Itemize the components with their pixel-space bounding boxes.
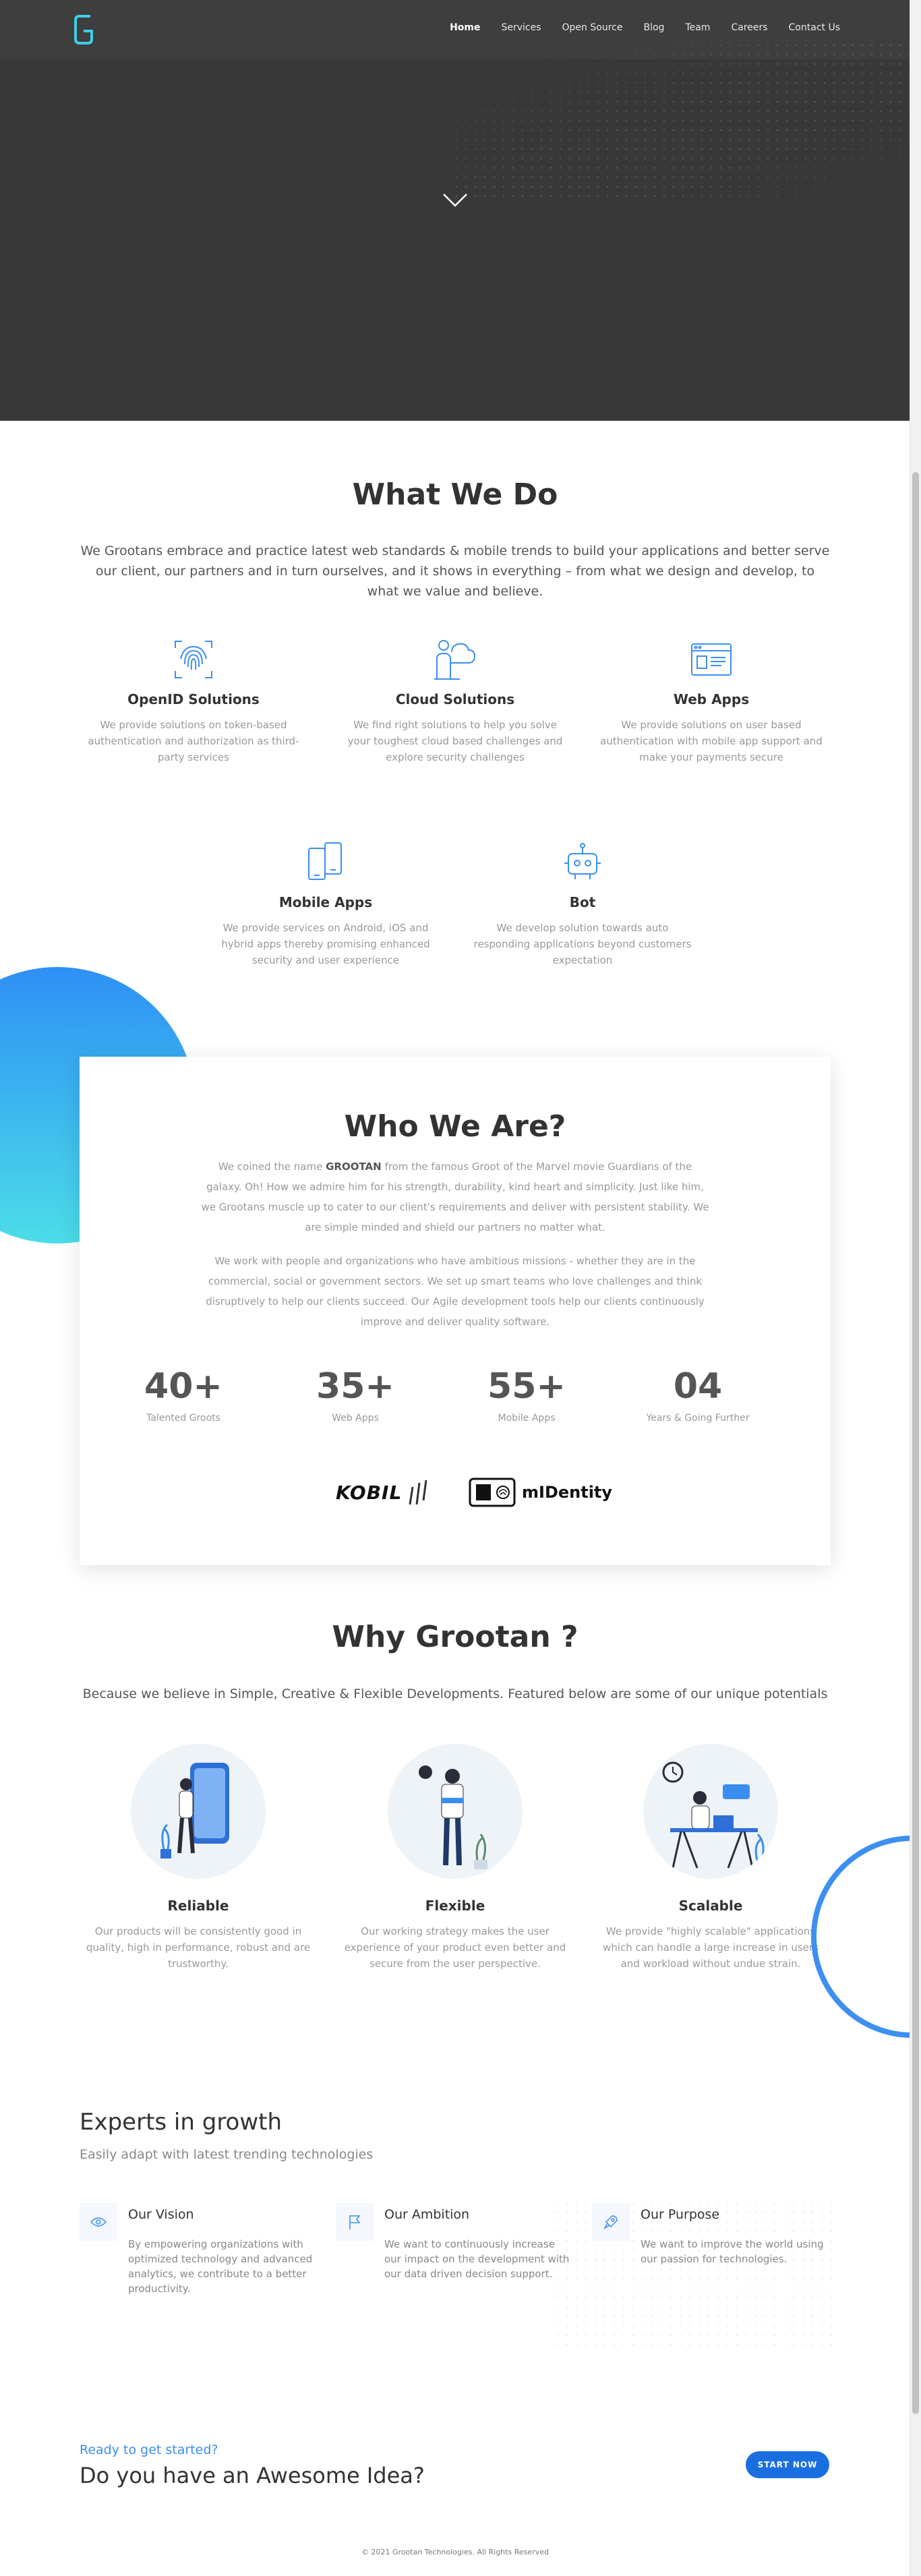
- flag-icon-box: [336, 2203, 374, 2241]
- scroll-down-chevron-icon[interactable]: [442, 192, 469, 209]
- page-scrollbar[interactable]: [910, 0, 921, 2576]
- stat-value: 35+: [316, 1366, 394, 1407]
- why-text: Our working strategy makes the user expe…: [344, 1925, 566, 1970]
- service-title: Bot: [569, 894, 596, 910]
- flexible-illustration: [388, 1744, 523, 1879]
- nav-home[interactable]: Home: [450, 22, 480, 33]
- stat-value: 04: [673, 1366, 723, 1407]
- reliable-illustration: [131, 1744, 266, 1879]
- scrollbar-thumb[interactable]: [912, 472, 919, 2414]
- service-bot: Bot We develop solution towards auto res…: [461, 840, 704, 968]
- why-text: We provide "highly scalable" application…: [603, 1925, 819, 1970]
- service-cloud: Cloud Solutions We find right solutions …: [334, 637, 576, 765]
- nav-careers[interactable]: Careers: [731, 22, 767, 33]
- nav-contact-us[interactable]: Contact Us: [789, 22, 840, 33]
- grootan-logo-icon[interactable]: [70, 9, 97, 50]
- stat-web-apps: 35+ Web Apps: [288, 1367, 423, 1424]
- start-now-button[interactable]: START NOW: [746, 2451, 829, 2478]
- page: Home Services Open Source Blog Team Care…: [0, 0, 910, 2576]
- service-title: Cloud Solutions: [395, 691, 515, 707]
- why-title: Reliable: [167, 1898, 229, 1914]
- what-we-do-title: What We Do: [352, 477, 558, 512]
- rocket-icon: [603, 2215, 618, 2230]
- feature-text: We want to continuously increase our imp…: [384, 2238, 570, 2280]
- who-text: We coined the name: [218, 1161, 326, 1173]
- service-text: We provide solutions on token-based auth…: [88, 719, 299, 763]
- stat-label: Talented Groots: [146, 1413, 220, 1424]
- who-we-are-card: Who We Are? We coined the name GROOTAN f…: [80, 1057, 831, 1565]
- grootan-bold: GROOTAN: [326, 1161, 382, 1173]
- why-title: Scalable: [678, 1898, 743, 1914]
- feature-text: We want to improve the world using our p…: [641, 2238, 824, 2265]
- cloud-user-icon: [434, 640, 476, 680]
- why-scalable: Scalable We provide "highly scalable" ap…: [586, 1744, 835, 1972]
- who-we-are-title: Who We Are?: [344, 1109, 566, 1144]
- experts-subtitle: Easily adapt with latest trending techno…: [80, 2147, 374, 2162]
- experts-title: Experts in growth: [80, 2109, 283, 2136]
- hero-dot-pattern: [452, 40, 910, 202]
- service-mobile-apps: Mobile Apps We provide services on Andro…: [204, 840, 447, 968]
- feature-title: Our Vision: [128, 2207, 194, 2222]
- stat-label: Years & Going Further: [646, 1413, 750, 1424]
- feature-title: Our Purpose: [641, 2207, 720, 2222]
- person-desk-icon: [662, 1761, 765, 1869]
- service-text: We develop solution towards auto respond…: [473, 922, 692, 966]
- partner-logo-kobil[interactable]: KOBIL: [336, 1475, 430, 1510]
- partner-name: KOBIL: [336, 1481, 403, 1504]
- feature-text: By empowering organizations with optimiz…: [128, 2238, 313, 2295]
- stat-mobile-apps: 55+ Mobile Apps: [459, 1367, 594, 1424]
- id-card-icon: [469, 1477, 516, 1507]
- hero-section: Home Services Open Source Blog Team Care…: [0, 0, 910, 421]
- why-grootan-description: Because we believe in Simple, Creative &…: [82, 1687, 828, 1701]
- why-title: Flexible: [425, 1898, 485, 1914]
- rocket-icon-box: [592, 2203, 630, 2241]
- service-title: OpenID Solutions: [127, 691, 260, 707]
- person-gear-icon: [419, 1765, 487, 1869]
- stat-value: 55+: [487, 1366, 566, 1407]
- nav-team[interactable]: Team: [685, 22, 710, 33]
- kobil-bars-icon: [409, 1480, 427, 1505]
- fingerprint-icon: [175, 641, 212, 678]
- nav-blog[interactable]: Blog: [643, 22, 664, 33]
- scalable-illustration: [643, 1744, 778, 1879]
- nav-open-source[interactable]: Open Source: [562, 22, 623, 33]
- cta-headline: Do you have an Awesome Idea?: [80, 2463, 425, 2488]
- stat-talented-groots: 40+ Talented Groots: [116, 1367, 251, 1424]
- service-openid: OpenID Solutions We provide solutions on…: [72, 637, 315, 765]
- main-nav: Home Services Open Source Blog Team Care…: [429, 22, 840, 33]
- phone-person-icon: [160, 1763, 229, 1858]
- mobile-devices-icon: [308, 842, 342, 880]
- stat-label: Web Apps: [332, 1413, 379, 1424]
- service-text: We provide solutions on user based authe…: [600, 719, 823, 763]
- who-we-are-paragraph-1: We coined the name GROOTAN from the famo…: [200, 1157, 711, 1237]
- service-text: We provide services on Android, iOS and …: [221, 922, 430, 966]
- why-text: Our products will be consistently good i…: [86, 1925, 311, 1970]
- why-reliable: Reliable Our products will be consistent…: [73, 1744, 323, 1972]
- why-grootan-title: Why Grootan ?: [332, 1620, 578, 1654]
- browser-icon: [691, 643, 732, 676]
- cta-kicker: Ready to get started?: [80, 2442, 218, 2457]
- eye-icon: [90, 2217, 107, 2227]
- partner-logo-midentity[interactable]: mIDentity: [468, 1475, 612, 1510]
- partner-name: mIDentity: [522, 1483, 613, 1502]
- stat-years: 04 Years & Going Further: [630, 1367, 765, 1424]
- service-web-apps: Web Apps We provide solutions on user ba…: [590, 637, 833, 765]
- stat-label: Mobile Apps: [498, 1413, 556, 1424]
- robot-icon: [564, 843, 601, 879]
- nav-services[interactable]: Services: [501, 22, 541, 33]
- feature-title: Our Ambition: [384, 2207, 470, 2222]
- service-title: Web Apps: [673, 691, 750, 707]
- flag-icon: [349, 2215, 361, 2229]
- eye-icon-box: [80, 2203, 117, 2241]
- service-title: Mobile Apps: [278, 894, 373, 910]
- who-we-are-paragraph-2: We work with people and organizations wh…: [206, 1255, 705, 1328]
- stat-value: 40+: [144, 1366, 222, 1407]
- what-we-do-description: We Grootans embrace and practice latest …: [80, 544, 830, 599]
- service-text: We find right solutions to help you solv…: [347, 719, 563, 763]
- footer-copyright: © 2021 Grootan Technologies. All Rights …: [361, 2548, 549, 2556]
- why-flexible: Flexible Our working strategy makes the …: [330, 1744, 580, 1972]
- top-navigation-bar: Home Services Open Source Blog Team Care…: [0, 0, 910, 59]
